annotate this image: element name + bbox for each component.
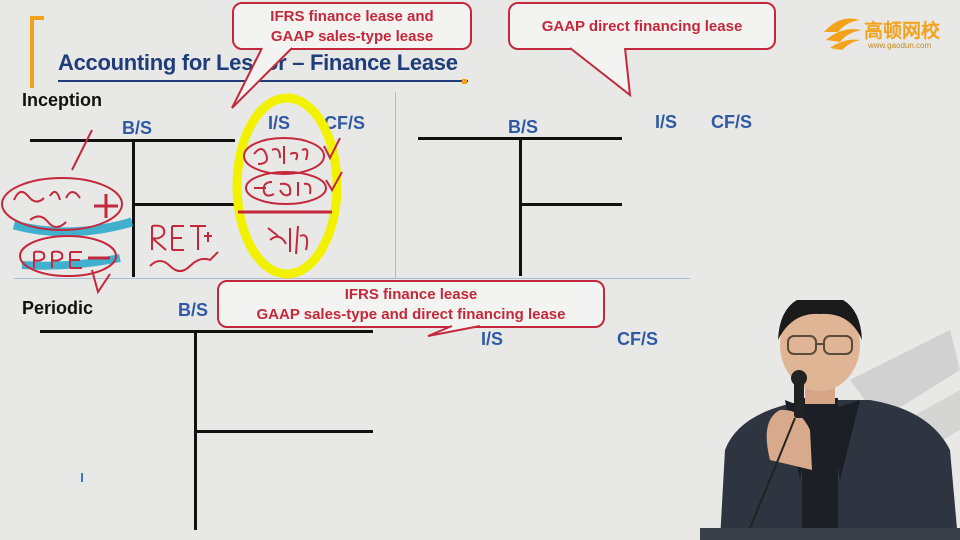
red-scribble-costs [254,181,312,197]
yellow-highlight-ellipse [232,93,342,279]
red-scribble-underline [149,251,219,272]
red-scribble-sales [253,146,309,165]
red-scribble-inv [13,190,81,203]
callout-tail-gaap [569,47,632,98]
red-scribble-re [151,224,212,251]
red-circle-investment [1,177,123,231]
presenter-figure [700,300,960,540]
callout-tail-periodic [427,325,481,337]
red-scribble-profit [267,225,309,255]
red-plus-sign [94,194,118,218]
red-arrow-up [71,129,93,171]
presenter-video [700,300,960,540]
